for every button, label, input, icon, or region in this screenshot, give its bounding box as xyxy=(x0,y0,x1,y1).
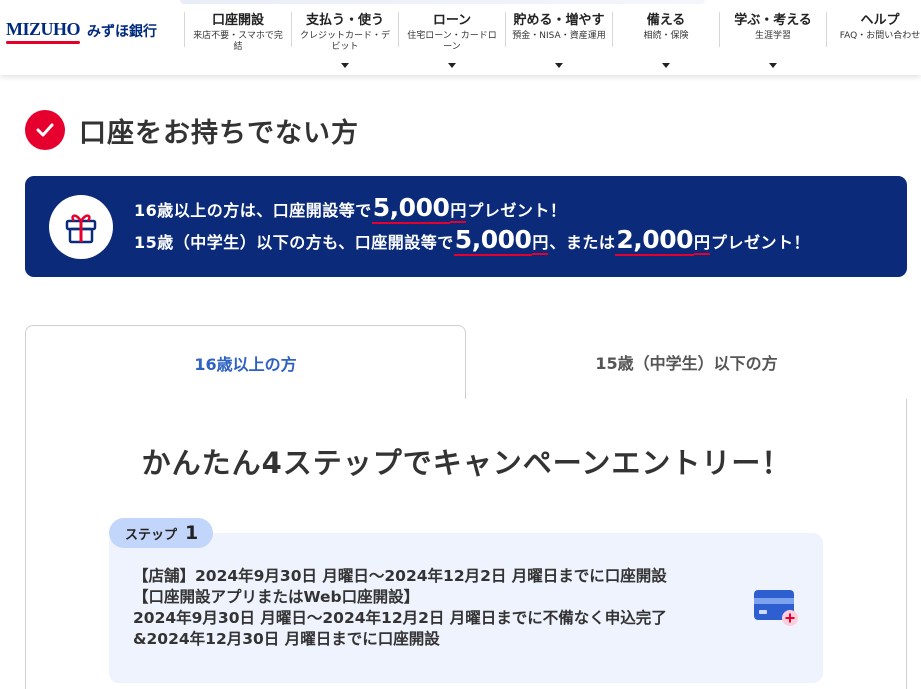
tab-15-and-under[interactable]: 15歳（中学生）以下の方 xyxy=(466,325,907,400)
caret-down-icon xyxy=(341,63,349,68)
header-top-accent xyxy=(180,0,705,4)
logo-text-en: MIZUHO xyxy=(6,19,81,44)
nav-item-subtitle: 相続・保険 xyxy=(643,31,689,41)
banner-text-part: 、または xyxy=(549,233,616,252)
banner-amount-unit: 円 xyxy=(450,197,467,223)
logo-text-ja: みずほ銀行 xyxy=(87,23,158,40)
nav-item-title: ヘルプ xyxy=(860,13,900,28)
step-line: &2024年12月30日 月曜日までに口座開設 xyxy=(133,630,440,648)
step-badge-label: ステップ xyxy=(125,527,178,543)
nav-item-title: 備える xyxy=(646,13,686,28)
banner-amount-unit: 円 xyxy=(693,229,710,255)
nav-item-save-grow[interactable]: 貯める・増やす 預金・NISA・資産運用 xyxy=(505,12,612,68)
section-heading: 口座をお持ちでない方 xyxy=(25,110,359,150)
nav-item-learn[interactable]: 学ぶ・考える 生涯学習 xyxy=(719,12,826,68)
nav-item-subtitle: 生涯学習 xyxy=(754,31,791,41)
step-badge: ステップ 1 xyxy=(109,518,213,548)
step-line: 【口座開設アプリまたはWeb口座開設】 xyxy=(133,588,420,606)
caret-down-icon xyxy=(448,63,456,68)
steps-title: かんたん4ステップでキャンペーンエントリー！ xyxy=(141,446,792,480)
age-tabs: 16歳以上の方 15歳（中学生）以下の方 xyxy=(25,325,907,400)
banner-text-part: 16歳以上の方は、口座開設等で xyxy=(134,201,372,220)
nav-item-title: 支払う・使う xyxy=(305,13,384,28)
nav-item-title: 口座開設 xyxy=(211,13,264,28)
credit-card-plus-icon xyxy=(753,588,801,632)
mizuho-logo[interactable]: MIZUHO みずほ銀行 xyxy=(6,19,158,44)
nav-item-subtitle: 預金・NISA・資産運用 xyxy=(512,31,606,41)
nav-item-account-opening[interactable]: 口座開設 来店不要・スマホで完結 xyxy=(184,12,291,52)
banner-amount-unit: 円 xyxy=(532,229,549,255)
nav-item-title: ローン xyxy=(432,13,472,28)
nav-item-help[interactable]: ヘルプ FAQ・お問い合わせ xyxy=(826,12,921,47)
step-line: 【店舗】2024年9月30日 月曜日～2024年12月2日 月曜日までに口座開設 xyxy=(133,567,667,585)
nav-item-prepare[interactable]: 備える 相続・保険 xyxy=(612,12,719,68)
banner-amount: 5,000 xyxy=(371,193,451,224)
caret-down-icon xyxy=(769,63,777,68)
nav-item-subtitle: クレジットカード・デビット xyxy=(299,31,390,52)
nav-item-subtitle: 来店不要・スマホで完結 xyxy=(193,31,283,52)
check-circle-icon xyxy=(25,110,65,150)
step-badge-number: 1 xyxy=(185,522,199,544)
global-nav: 口座開設 来店不要・スマホで完結 支払う・使う クレジットカード・デビット ロー… xyxy=(184,12,921,68)
nav-item-pay-use[interactable]: 支払う・使う クレジットカード・デビット xyxy=(291,12,398,68)
step-line: 2024年9月30日 月曜日～2024年12月2日 月曜日までに不備なく申込完了 xyxy=(133,609,667,627)
step-description: 【店舗】2024年9月30日 月曜日～2024年12月2日 月曜日までに口座開設… xyxy=(133,566,733,650)
tab-16-and-over[interactable]: 16歳以上の方 xyxy=(25,325,466,400)
banner-text-part: 15歳（中学生）以下の方も、口座開設等で xyxy=(134,233,454,252)
banner-text: 16歳以上の方は、口座開設等で 5,000 円 プレゼント！ 15歳（中学生）以… xyxy=(134,194,810,258)
banner-line-16plus: 16歳以上の方は、口座開設等で 5,000 円 プレゼント！ xyxy=(134,194,810,226)
gift-icon xyxy=(49,195,113,259)
nav-item-loan[interactable]: ローン 住宅ローン・カードローン xyxy=(398,12,505,68)
page-title: 口座をお持ちでない方 xyxy=(79,117,359,149)
campaign-banner: 16歳以上の方は、口座開設等で 5,000 円 プレゼント！ 15歳（中学生）以… xyxy=(25,176,907,277)
nav-item-subtitle: FAQ・お問い合わせ xyxy=(839,31,921,41)
banner-amount: 2,000 xyxy=(615,225,694,256)
caret-down-icon xyxy=(555,63,563,68)
nav-item-title: 貯める・増やす xyxy=(513,13,605,28)
banner-line-15under: 15歳（中学生）以下の方も、口座開設等で 5,000 円 、または 2,000 … xyxy=(134,226,810,258)
site-header: MIZUHO みずほ銀行 口座開設 来店不要・スマホで完結 支払う・使う クレジ… xyxy=(0,0,921,75)
nav-item-title: 学ぶ・考える xyxy=(734,13,812,28)
banner-amount: 5,000 xyxy=(453,225,533,256)
banner-text-part: プレゼント！ xyxy=(467,201,567,220)
caret-down-icon xyxy=(662,63,670,68)
banner-text-part: プレゼント！ xyxy=(711,233,811,252)
nav-item-subtitle: 住宅ローン・カードローン xyxy=(407,31,497,52)
